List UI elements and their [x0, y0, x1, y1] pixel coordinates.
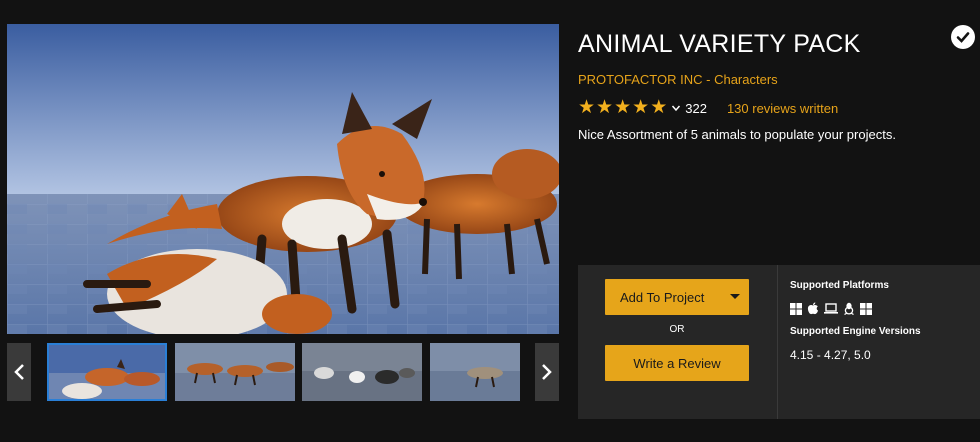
thumbnail[interactable]	[175, 343, 295, 401]
platform-icons	[790, 302, 872, 315]
or-label: OR	[669, 324, 685, 335]
byline-separator: -	[706, 72, 711, 87]
caret-down-icon	[730, 294, 740, 299]
engine-versions: 4.15 - 4.27, 5.0	[790, 348, 871, 362]
thumbnail[interactable]	[430, 343, 520, 401]
windows-icon	[860, 302, 872, 315]
star-icon: ★	[578, 97, 596, 118]
fox-scene-illustration	[7, 24, 559, 334]
purchase-panel: Add To Project OR Write a Review Support…	[578, 265, 980, 419]
star-rating[interactable]: ★ ★ ★ ★ ★	[578, 98, 667, 118]
publisher-link[interactable]: PROTOFACTOR INC	[578, 72, 702, 87]
star-icon: ★	[614, 97, 632, 118]
main-preview-image[interactable]	[7, 24, 559, 334]
linux-icon	[844, 302, 854, 315]
rating-row: ★ ★ ★ ★ ★ 322 130 reviews written	[578, 98, 838, 118]
category-link[interactable]: Characters	[714, 72, 778, 87]
thumbnail[interactable]	[302, 343, 422, 401]
thumbnail-image	[175, 343, 295, 401]
reviews-link[interactable]: 130 reviews written	[727, 101, 838, 116]
chevron-down-icon[interactable]	[671, 103, 681, 113]
star-icon: ★	[650, 97, 668, 118]
thumbnail-image	[430, 343, 520, 401]
versions-heading: Supported Engine Versions	[790, 326, 921, 337]
chevron-left-icon	[14, 364, 24, 380]
add-to-project-label: Add To Project	[620, 289, 705, 305]
thumbnail-image	[47, 343, 167, 401]
add-to-project-button[interactable]: Add To Project	[605, 279, 749, 315]
gallery-prev-button[interactable]	[7, 343, 31, 401]
write-review-label: Write a Review	[633, 355, 721, 371]
chevron-right-icon	[542, 364, 552, 380]
product-title: ANIMAL VARIETY PACK	[578, 30, 861, 58]
byline: PROTOFACTOR INC - Characters	[578, 72, 778, 87]
star-icon: ★	[632, 97, 650, 118]
check-circle-icon[interactable]	[951, 25, 975, 49]
windows-icon	[790, 302, 802, 315]
platforms-heading: Supported Platforms	[790, 280, 889, 291]
panel-divider	[777, 265, 778, 419]
thumbnail[interactable]	[47, 343, 167, 401]
gallery-next-button[interactable]	[535, 343, 559, 401]
apple-icon	[807, 302, 818, 315]
checkmark-icon	[956, 32, 970, 43]
thumbnail-image	[302, 343, 422, 401]
product-description: Nice Assortment of 5 animals to populate…	[578, 127, 896, 142]
write-review-button[interactable]: Write a Review	[605, 345, 749, 381]
star-icon: ★	[596, 97, 614, 118]
rating-count: 322	[685, 100, 707, 116]
laptop-icon	[824, 303, 838, 314]
